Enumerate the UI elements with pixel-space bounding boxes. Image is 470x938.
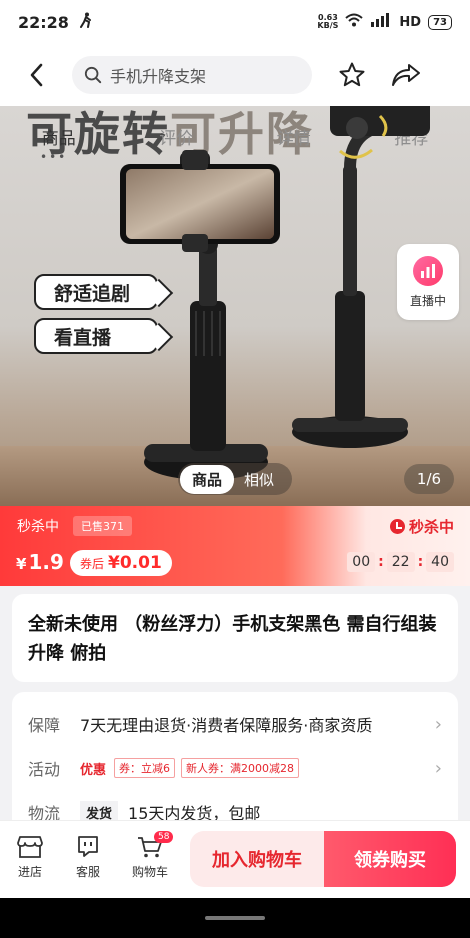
flash-sale-right-label: 秒杀中 [408,518,454,536]
product-image-gallery[interactable]: 可旋转可升降 商品 评价 详情 推荐 ••• 舒适追剧 看直播 直播中 商品 相… [0,106,470,506]
home-gesture-handle[interactable] [205,916,265,920]
feature-pill-live: 看直播 [34,318,158,354]
guarantee-text: 7天无理由退货·消费者保障服务·商家资质 [80,716,373,735]
gallery-view-toggle: 商品 相似 [178,463,292,495]
activity-row[interactable]: 活动 优惠 券：立减6 新人券：满2000减28 › [12,746,458,790]
share-button[interactable] [384,53,428,97]
view-similar-button[interactable]: 相似 [234,465,284,494]
store-icon [17,836,43,858]
service-label: 客服 [75,865,100,879]
countdown-minutes: 22 [386,552,415,572]
view-product-button[interactable]: 商品 [180,464,235,494]
product-info-card: 保障 7天无理由退货·消费者保障服务·商家资质 › 活动 优惠 券：立减6 新人… [12,692,458,832]
status-icons: 0.63 KB/S HD 73 [317,13,452,31]
store-button[interactable]: 进店 [6,835,54,880]
coupon-price-tag: 券后 ¥0.01 [70,550,172,576]
star-icon [339,62,365,87]
guarantee-row[interactable]: 保障 7天无理由退货·消费者保障服务·商家资质 › [12,702,458,746]
battery-icon: 73 [428,14,452,30]
favorite-button[interactable] [330,53,374,97]
price-value: 1.9 [28,550,64,574]
price-symbol: ¥ [16,555,27,573]
chevron-right-icon: › [434,713,442,735]
store-label: 进店 [17,865,42,879]
countdown-seconds: 40 [426,552,454,572]
sold-count: 已售371 [73,516,132,536]
activity-highlight: 优惠 [80,762,107,778]
countdown-separator: : [417,554,424,570]
clock-icon [389,519,405,534]
guarantee-label: 保障 [28,716,61,735]
network-speed: 0.63 KB/S [317,14,338,30]
cart-label: 购物车 [131,865,168,879]
chevron-right-icon: › [434,757,442,779]
net-speed-unit: KB/S [317,21,339,30]
product-title: 全新未使用 （粉丝浮力）手机支架黑色 需自行组装 升降 俯拍 [28,614,437,664]
bottom-action-bar: 进店 客服 58 购物车 加入购物车 领券购买 [0,820,470,898]
share-icon [392,64,420,86]
top-header [0,44,470,106]
coupon-price-value: ¥0.01 [108,553,162,573]
status-bar: 22:28 0.63 KB/S HD 73 [0,0,470,44]
back-button[interactable] [14,53,58,97]
cart-button[interactable]: 58 购物车 [126,831,174,880]
flash-sale-bar: 秒杀中 已售371 ¥1.9 券后 ¥0.01 秒杀中 00 : 22 : 40 [0,506,470,586]
add-to-cart-button[interactable]: 加入购物车 [190,831,324,887]
walking-icon [79,12,93,32]
system-navigation-bar [0,898,470,938]
coupon-tag: 券：立减6 [114,758,176,778]
countdown-timer: 00 : 22 : 40 [347,552,454,572]
flash-sale-status: 秒杀中 [389,516,454,537]
search-input[interactable] [110,65,300,85]
customer-service-button[interactable]: 客服 [64,835,112,880]
live-stream-button[interactable]: 直播中 [397,244,459,320]
coupon-label: 券后 [80,556,105,571]
buy-now-button[interactable]: 领券购买 [324,831,456,887]
feature-pill-binge: 舒适追剧 [34,274,158,310]
sale-price: ¥1.9 [16,550,64,574]
cart-count-badge: 58 [154,831,174,843]
network-type: HD [399,14,422,30]
live-bars-icon [413,255,443,286]
activity-label: 活动 [28,760,61,779]
product-title-card: 全新未使用 （粉丝浮力）手机支架黑色 需自行组装 升降 俯拍 [12,594,458,682]
wifi-icon [345,13,364,31]
flash-sale-label: 秒杀中 [17,519,59,535]
countdown-hours: 00 [347,552,376,572]
new-user-coupon-tag: 新人券：满2000减28 [181,758,300,778]
search-icon [84,66,102,84]
chat-icon [78,836,98,857]
status-time: 22:28 [18,12,69,32]
live-label: 直播中 [409,293,446,308]
signal-icon [370,13,392,31]
image-page-indicator: 1/6 [404,464,454,494]
search-bar[interactable] [72,56,312,94]
countdown-separator: : [378,554,384,570]
back-icon [30,63,43,87]
